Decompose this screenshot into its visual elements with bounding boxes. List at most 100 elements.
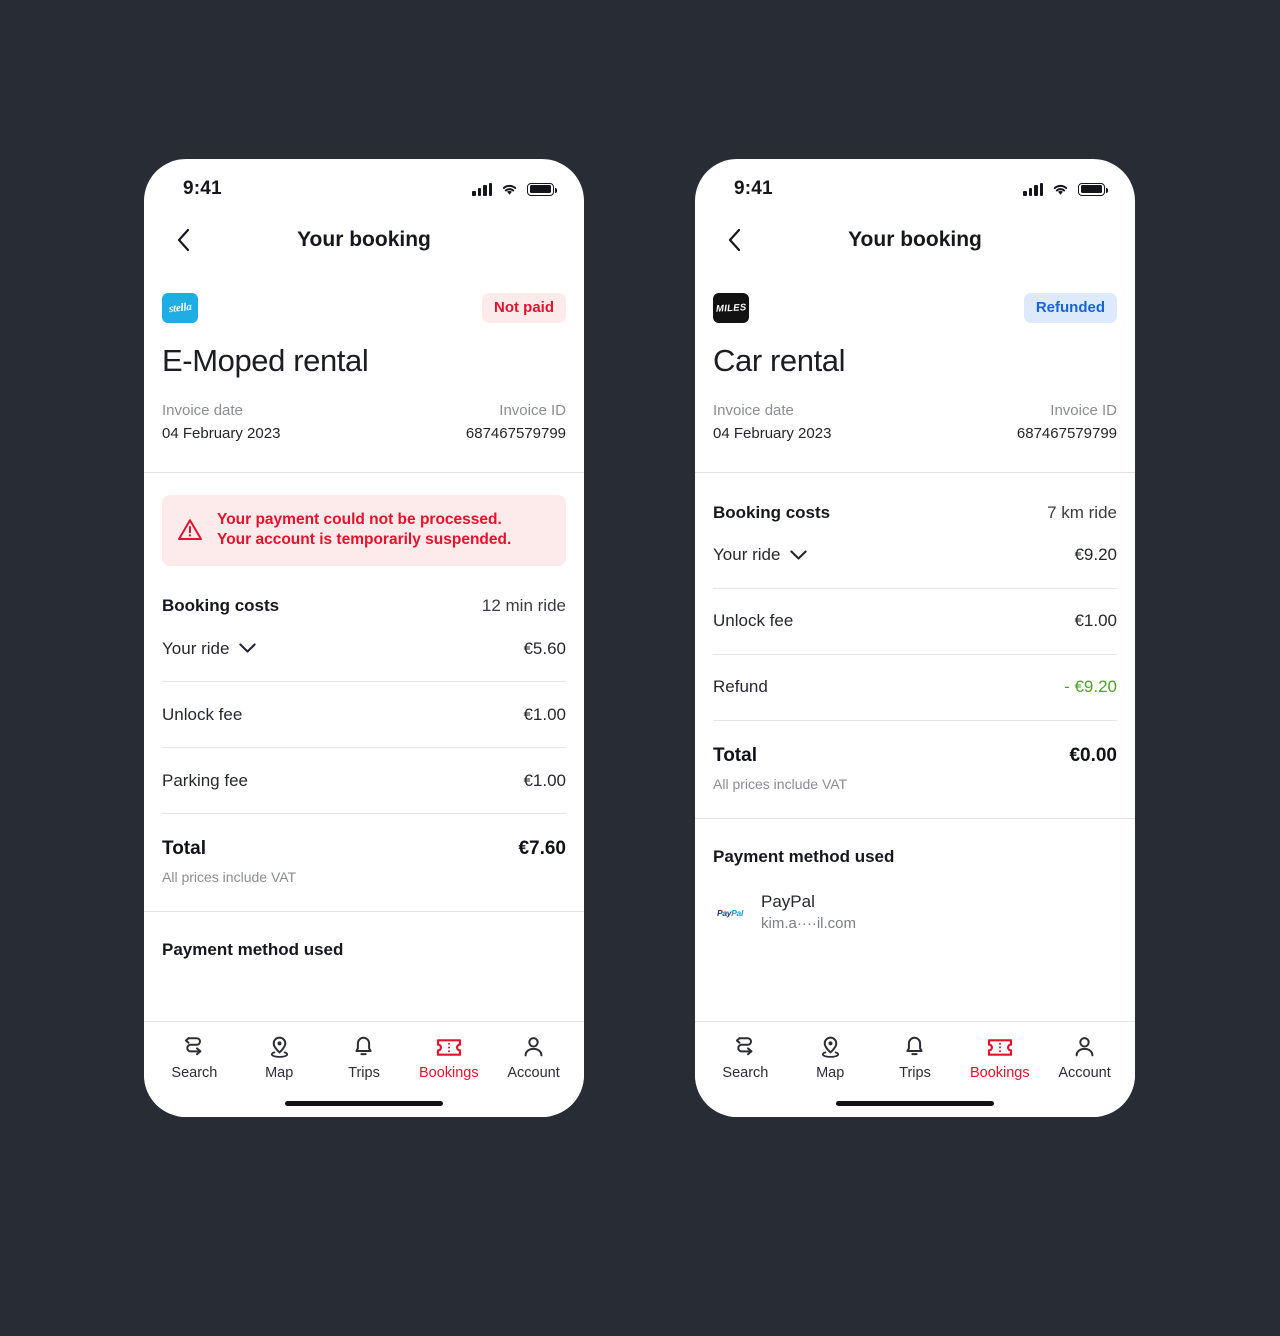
status-time: 9:41	[734, 178, 773, 199]
payment-error-alert-wrap: Your payment could not be processed. You…	[144, 473, 584, 567]
cost-row-label: Refund	[713, 677, 768, 696]
payment-method-email: kim.a····il.com	[761, 915, 856, 933]
provider-logo-label: MILES	[715, 301, 747, 315]
booking-costs-heading: Booking costs	[162, 596, 280, 616]
bell-icon	[903, 1035, 926, 1059]
tab-label: Trips	[348, 1065, 380, 1081]
status-time: 9:41	[183, 178, 222, 199]
page-title: Your booking	[848, 228, 982, 251]
cost-row-your-ride[interactable]: Your ride €5.60	[162, 616, 566, 683]
booking-costs-section: Booking costs 7 km ride Your ride €9.20 …	[695, 473, 1135, 818]
tab-bookings[interactable]: Bookings	[410, 1035, 488, 1081]
payment-error-alert: Your payment could not be processed. You…	[162, 494, 566, 567]
tab-bookings[interactable]: Bookings	[961, 1035, 1039, 1081]
cost-row-label-wrap: Refund	[713, 677, 768, 697]
battery-icon	[1078, 182, 1108, 196]
chevron-left-icon	[177, 229, 189, 251]
cost-row-label: Your ride	[713, 545, 781, 564]
nav-header: Your booking	[144, 211, 584, 269]
route-icon	[183, 1035, 206, 1059]
cost-row-amount: €9.20	[1074, 545, 1117, 564]
ticket-icon	[436, 1035, 462, 1059]
cellular-signal-icon	[472, 182, 492, 196]
bell-icon	[352, 1035, 375, 1059]
total-amount: €0.00	[1069, 744, 1117, 766]
status-badge: Not paid	[482, 293, 566, 323]
back-button[interactable]	[166, 223, 200, 257]
back-button[interactable]	[717, 223, 751, 257]
cost-row-label-wrap: Parking fee	[162, 771, 248, 791]
tab-label: Account	[507, 1065, 560, 1081]
cellular-signal-icon	[1023, 182, 1043, 196]
payment-method-title: Payment method used	[162, 940, 344, 960]
invoice-date-label: Invoice date	[713, 402, 794, 419]
cost-row-label-wrap: Unlock fee	[162, 705, 242, 725]
ticket-icon	[987, 1035, 1013, 1059]
brand-row: MILES Refunded	[713, 269, 1117, 323]
cost-row-your-ride[interactable]: Your ride €9.20	[713, 523, 1117, 589]
cost-row-amount: €5.60	[523, 638, 566, 658]
tab-search[interactable]: Search	[706, 1035, 784, 1081]
tab-label: Search	[171, 1065, 218, 1081]
invoice-id-value: 687467579799	[1016, 425, 1117, 443]
booking-title: Car rental	[713, 343, 846, 378]
tab-label: Bookings	[418, 1065, 479, 1081]
invoice-date-value: 04 February 2023	[713, 425, 832, 443]
brand-row: stella Not paid	[162, 269, 566, 323]
paypal-logo-icon: Pay Pal	[716, 907, 744, 918]
payment-error-text: Your payment could not be processed. You…	[217, 510, 511, 551]
chevron-down-icon[interactable]	[239, 643, 257, 654]
payment-method-name: PayPal	[761, 891, 815, 911]
tab-label: Map	[265, 1065, 294, 1081]
cost-row-amount: - €9.20	[1064, 677, 1117, 696]
cost-row-amount: €1.00	[523, 704, 566, 724]
map-pin-icon	[819, 1035, 842, 1059]
total-amount: €7.60	[518, 838, 566, 860]
tab-trips[interactable]: Trips	[325, 1035, 403, 1081]
tab-account[interactable]: Account	[495, 1035, 573, 1081]
vat-note: All prices include VAT	[162, 869, 297, 886]
chevron-left-icon	[728, 229, 740, 251]
wifi-icon	[502, 184, 517, 195]
map-pin-icon	[268, 1035, 291, 1059]
status-icons	[472, 182, 557, 196]
payment-method-section: Payment method used	[144, 912, 584, 960]
status-badge: Refunded	[1023, 293, 1117, 323]
payment-method-details: PayPal kim.a····il.com	[761, 891, 856, 936]
invoice-date-value: 04 February 2023	[162, 425, 281, 443]
cost-row-amount: €1.00	[1074, 611, 1117, 630]
booking-costs-header: Booking costs 12 min ride	[162, 566, 566, 616]
warning-triangle-icon	[178, 519, 202, 540]
canvas: 9:41 Your booking stella Not paid E-Mope…	[0, 0, 1280, 1336]
invoice-id-block: Invoice ID 687467579799	[466, 399, 566, 446]
payment-error-line-1: Your payment could not be processed.	[217, 510, 502, 528]
wifi-icon	[1053, 184, 1068, 195]
status-bar: 9:41	[695, 159, 1135, 211]
booking-costs-summary: 7 km ride	[1047, 502, 1117, 522]
tab-account[interactable]: Account	[1046, 1035, 1124, 1081]
home-indicator	[836, 1101, 994, 1106]
tab-label: Map	[816, 1065, 845, 1081]
cost-row-label-wrap: Unlock fee	[713, 611, 793, 631]
page-title: Your booking	[297, 228, 431, 251]
cost-row-label-wrap: Your ride	[162, 639, 257, 659]
cost-row-unlock-fee: Unlock fee €1.00	[713, 589, 1117, 655]
booking-header-section: MILES Refunded Car rental Invoice date 0…	[695, 269, 1135, 472]
invoice-id-value: 687467579799	[465, 425, 566, 443]
payment-method-row[interactable]: Pay Pal PayPal kim.a····il.com	[713, 867, 1117, 936]
tab-search[interactable]: Search	[155, 1035, 233, 1081]
status-icons	[1023, 182, 1108, 196]
phone-screen-car: 9:41 Your booking MILES Refunded Car ren…	[695, 159, 1135, 1117]
booking-costs-summary: 12 min ride	[481, 596, 566, 616]
home-indicator	[285, 1101, 443, 1106]
booking-header-section: stella Not paid E-Moped rental Invoice d…	[144, 269, 584, 472]
chevron-down-icon[interactable]	[790, 549, 808, 561]
booking-costs-section: Booking costs 12 min ride Your ride €5.6…	[144, 566, 584, 911]
tab-map[interactable]: Map	[240, 1035, 318, 1081]
booking-title: E-Moped rental	[162, 343, 369, 378]
nav-header: Your booking	[695, 211, 1135, 269]
tab-label: Search	[722, 1065, 769, 1081]
tab-map[interactable]: Map	[791, 1035, 869, 1081]
tab-trips[interactable]: Trips	[876, 1035, 954, 1081]
cost-row-parking-fee: Parking fee €1.00	[162, 748, 566, 815]
